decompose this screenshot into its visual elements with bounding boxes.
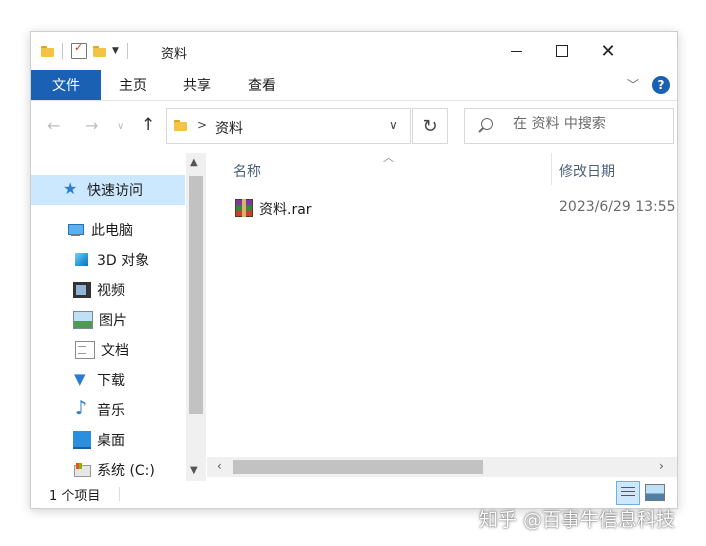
ribbon-expand-chevron-icon[interactable]: ﹀ xyxy=(627,76,639,93)
breadcrumb-item[interactable]: 资料 xyxy=(215,118,243,138)
nav-item-music[interactable]: 音乐 xyxy=(73,395,125,425)
maximize-button[interactable] xyxy=(539,32,585,70)
up-arrow-icon[interactable]: ↑ xyxy=(141,115,155,135)
toolbar-divider xyxy=(126,43,128,59)
nav-item-documents[interactable]: 文档 xyxy=(73,335,129,365)
scrollbar-thumb[interactable] xyxy=(233,460,483,474)
horizontal-scrollbar[interactable]: ‹ › xyxy=(207,457,677,477)
large-icons-view-icon[interactable] xyxy=(645,484,665,501)
column-divider[interactable] xyxy=(551,153,552,185)
address-row: ← → ∨ ↑ > 资料 ∨ ↻ xyxy=(31,101,677,153)
refresh-button[interactable]: ↻ xyxy=(412,108,448,144)
download-arrow-icon xyxy=(73,370,91,388)
nav-item-this-pc[interactable]: 此电脑 xyxy=(67,215,133,245)
address-bar[interactable]: > 资料 ∨ xyxy=(166,108,411,144)
windows-drive-icon xyxy=(73,462,91,478)
scroll-right-arrow-icon[interactable]: › xyxy=(659,459,664,473)
nav-pane-scrollbar[interactable]: ▲ ▼ xyxy=(186,153,206,481)
back-arrow-icon[interactable]: ← xyxy=(47,116,60,135)
item-count: 1 个项目 xyxy=(49,489,101,504)
nav-item-3d-objects[interactable]: 3D 对象 xyxy=(73,245,149,275)
scroll-down-arrow-icon[interactable]: ▼ xyxy=(190,465,198,476)
file-row[interactable]: 资料.rar 2023/6/29 13:55 xyxy=(207,193,677,223)
refresh-icon: ↻ xyxy=(422,115,438,137)
nav-item-label: 此电脑 xyxy=(91,223,133,239)
toolbar-divider xyxy=(62,43,63,59)
tab-file[interactable]: 文件 xyxy=(31,70,101,100)
nav-item-system-drive[interactable]: 系统 (C:) xyxy=(73,455,155,481)
search-input[interactable] xyxy=(513,116,663,132)
star-icon xyxy=(63,179,81,198)
help-icon[interactable]: ? xyxy=(652,76,670,94)
document-icon xyxy=(75,341,95,359)
nav-item-quick-access[interactable]: 快速访问 xyxy=(31,175,185,205)
folder-icon xyxy=(174,120,187,131)
nav-item-label: 图片 xyxy=(99,313,127,329)
status-divider xyxy=(119,487,120,501)
file-name: 资料.rar xyxy=(259,202,312,218)
nav-item-label: 下载 xyxy=(97,373,125,389)
column-header-name[interactable]: 名称 xyxy=(233,161,261,181)
navigation-pane: 快速访问 此电脑 3D 对象 视频 图片 文档 下载 音乐 xyxy=(31,153,186,481)
folder-icon xyxy=(41,45,54,57)
scroll-up-arrow-icon[interactable]: ▲ xyxy=(190,157,198,168)
desktop-icon xyxy=(73,431,91,449)
music-note-icon xyxy=(73,397,91,419)
breadcrumb-chevron-icon[interactable]: > xyxy=(197,118,207,132)
maximize-icon xyxy=(556,45,568,57)
nav-item-label: 音乐 xyxy=(97,403,125,419)
tab-home[interactable]: 主页 xyxy=(119,70,147,100)
explorer-window: ▼ 资料 ✕ 文件 主页 共享 查看 ﹀ ? ← → ∨ ↑ > 资料 ∨ ↻ xyxy=(30,31,678,509)
film-icon xyxy=(73,282,91,298)
title-bar: ▼ 资料 ✕ xyxy=(31,32,677,70)
address-history-chevron-icon[interactable]: ∨ xyxy=(389,118,398,132)
nav-item-label: 快速访问 xyxy=(87,183,143,199)
nav-item-label: 视频 xyxy=(97,283,125,299)
forward-arrow-icon[interactable]: → xyxy=(85,116,98,135)
window-title: 资料 xyxy=(161,47,188,62)
column-header-date-modified[interactable]: 修改日期 xyxy=(559,161,615,181)
scrollbar-thumb[interactable] xyxy=(189,176,203,414)
watermark: 知乎 @百事牛信息科技 xyxy=(479,509,676,531)
nav-item-downloads[interactable]: 下载 xyxy=(73,365,125,395)
recent-locations-chevron-icon[interactable]: ∨ xyxy=(117,121,124,132)
nav-item-pictures[interactable]: 图片 xyxy=(73,305,127,335)
nav-item-label: 系统 (C:) xyxy=(97,463,155,479)
quick-access-toolbar: ▼ xyxy=(41,41,130,59)
minimize-icon xyxy=(510,50,522,52)
nav-item-label: 桌面 xyxy=(97,433,125,449)
picture-icon xyxy=(73,311,93,329)
scroll-left-arrow-icon[interactable]: ‹ xyxy=(217,459,222,473)
ribbon-tabs: 文件 主页 共享 查看 ﹀ ? xyxy=(31,70,677,101)
cube-icon xyxy=(73,252,91,268)
file-list: ︿ 名称 修改日期 资料.rar 2023/6/29 13:55 xyxy=(207,153,677,463)
status-bar: 1 个项目 xyxy=(31,481,677,508)
nav-item-desktop[interactable]: 桌面 xyxy=(73,425,125,455)
tab-view[interactable]: 查看 xyxy=(248,70,276,100)
nav-item-label: 3D 对象 xyxy=(97,253,150,269)
sort-indicator-icon: ︿ xyxy=(383,153,394,164)
customize-toolbar-dropdown-icon[interactable]: ▼ xyxy=(112,46,119,56)
search-icon xyxy=(481,118,493,130)
nav-item-videos[interactable]: 视频 xyxy=(73,275,125,305)
properties-icon[interactable] xyxy=(71,41,87,59)
tab-share[interactable]: 共享 xyxy=(183,70,211,100)
file-date-modified: 2023/6/29 13:55 xyxy=(559,199,676,215)
minimize-button[interactable] xyxy=(493,32,539,70)
new-folder-icon[interactable] xyxy=(93,45,106,57)
nav-item-label: 文档 xyxy=(101,343,129,359)
computer-icon xyxy=(67,222,85,238)
search-box[interactable] xyxy=(464,108,674,144)
close-icon: ✕ xyxy=(600,40,616,62)
winrar-archive-icon xyxy=(235,199,253,217)
close-button[interactable]: ✕ xyxy=(585,32,631,70)
details-view-icon[interactable] xyxy=(616,481,640,505)
